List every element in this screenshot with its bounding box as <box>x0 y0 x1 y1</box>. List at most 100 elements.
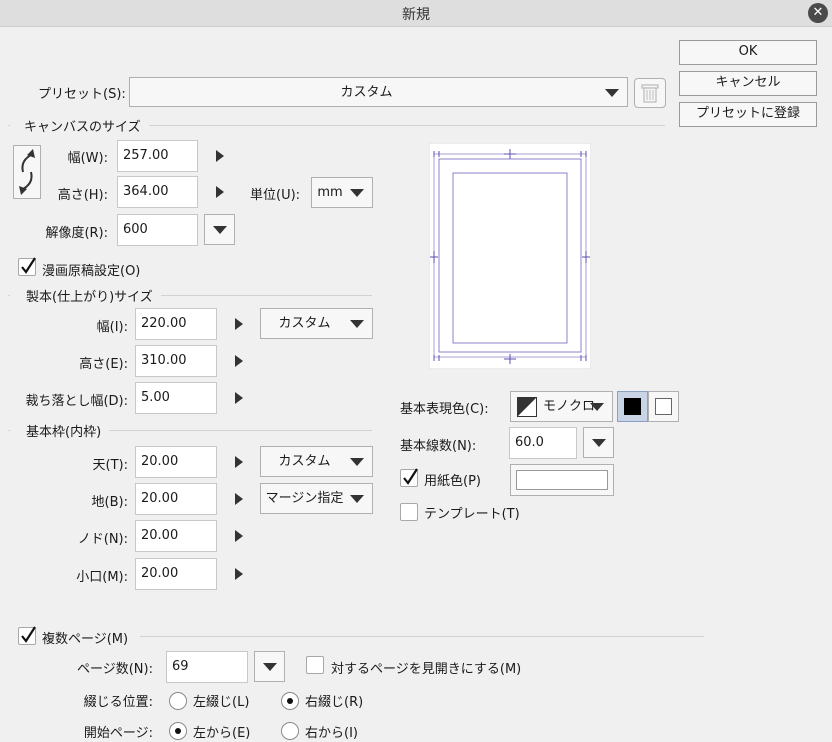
swap-orientation-button[interactable] <box>13 145 41 199</box>
chevron-down-icon <box>213 226 227 234</box>
chevron-down-icon <box>350 189 364 197</box>
start-page-label: 開始ページ: <box>83 726 153 741</box>
white-color-swatch-button[interactable] <box>648 391 679 422</box>
multi-page-checkbox[interactable] <box>18 626 36 645</box>
delete-preset-button[interactable] <box>634 78 666 108</box>
top-margin-preset-value: カスタム <box>278 454 331 469</box>
bottom-margin-label: 地(B): <box>91 495 128 510</box>
bottom-margin-input[interactable]: 20.00 <box>135 483 217 515</box>
chevron-down-icon <box>592 439 606 447</box>
unit-select[interactable]: mm <box>311 177 373 208</box>
play-arrow-icon[interactable] <box>235 318 243 330</box>
spread-label: 対するページを見開きにする(M) <box>331 662 522 677</box>
binding-right-label: 右綴じ(R) <box>305 695 364 710</box>
canvas-height-input[interactable]: 364.00 <box>117 176 198 208</box>
spread-checkbox[interactable] <box>306 656 324 674</box>
canvas-width-input[interactable]: 257.00 <box>117 140 198 172</box>
canvas-width-label: 幅(W): <box>67 151 108 166</box>
bleed-input[interactable]: 5.00 <box>135 382 217 414</box>
screen-lines-dropdown-button[interactable] <box>583 427 614 458</box>
manga-settings-label: 漫画原稿設定(O) <box>42 264 141 279</box>
manga-settings-checkbox[interactable] <box>18 257 36 276</box>
page-count-input[interactable]: 69 <box>166 651 248 683</box>
canvas-height-label: 高さ(H): <box>57 188 108 203</box>
finish-height-label: 高さ(E): <box>79 357 128 372</box>
unit-label: 単位(U): <box>250 188 301 203</box>
page-preview-graphic <box>428 142 592 370</box>
preset-select[interactable]: カスタム <box>129 77 628 107</box>
start-right-label: 右から(I) <box>305 726 358 741</box>
ok-button[interactable]: OK <box>679 40 817 65</box>
chevron-down-icon <box>350 495 364 503</box>
finish-width-label: 幅(I): <box>96 320 128 335</box>
play-arrow-icon[interactable] <box>235 392 243 404</box>
play-arrow-icon[interactable] <box>235 568 243 580</box>
top-margin-input[interactable]: 20.00 <box>135 446 217 478</box>
finish-size-preset-select[interactable]: カスタム <box>260 308 373 339</box>
bottom-margin-preset-value: マージン指定 <box>265 491 344 506</box>
preset-label: プリセット(S): <box>38 87 126 102</box>
expression-color-label: 基本表現色(C): <box>400 402 489 417</box>
binding-label: 綴じる位置: <box>83 695 153 710</box>
fore-edge-input[interactable]: 20.00 <box>135 558 217 590</box>
unit-value: mm <box>317 185 343 200</box>
fore-edge-label: 小口(M): <box>76 570 128 585</box>
binding-left-radio[interactable] <box>169 692 187 710</box>
close-icon[interactable]: ✕ <box>808 3 828 23</box>
play-arrow-icon[interactable] <box>235 456 243 468</box>
resolution-input[interactable]: 600 <box>117 214 198 246</box>
top-margin-label: 天(T): <box>92 458 128 473</box>
gutter-input[interactable]: 20.00 <box>135 520 217 552</box>
preset-value: カスタム <box>340 85 393 100</box>
chevron-down-icon <box>263 663 277 671</box>
window-title: 新規 <box>402 7 430 23</box>
rotate-arrows-icon <box>19 149 35 195</box>
page-count-dropdown-button[interactable] <box>254 651 285 682</box>
chevron-down-icon <box>350 458 364 466</box>
expression-color-select[interactable]: モノクロ <box>510 391 613 422</box>
screen-lines-label: 基本線数(N): <box>400 439 477 454</box>
template-label: テンプレート(T) <box>424 507 520 522</box>
section-canvas-size: キャンバスのサイズ <box>10 116 149 135</box>
play-arrow-icon[interactable] <box>216 150 224 162</box>
gutter-label: ノド(N): <box>77 532 128 547</box>
multi-page-label: 複数ページ(M) <box>42 632 129 647</box>
paper-color-swatch-button[interactable] <box>510 464 614 496</box>
chevron-down-icon <box>590 403 604 411</box>
play-arrow-icon[interactable] <box>235 493 243 505</box>
radio-selected-dot <box>287 698 293 704</box>
divider <box>140 636 704 637</box>
chevron-down-icon <box>350 320 364 328</box>
section-inner-frame: 基本枠(内枠) <box>10 421 110 440</box>
page-count-label: ページ数(N): <box>77 662 153 677</box>
black-color-swatch-button[interactable] <box>617 391 648 422</box>
checkmark-icon <box>21 626 36 643</box>
binding-right-radio[interactable] <box>281 692 299 710</box>
finish-height-input[interactable]: 310.00 <box>135 345 217 377</box>
paper-color-label: 用紙色(P) <box>424 474 481 489</box>
play-arrow-icon[interactable] <box>235 355 243 367</box>
resolution-label: 解像度(R): <box>45 226 108 241</box>
start-right-radio[interactable] <box>281 722 299 740</box>
checkmark-icon <box>403 468 418 485</box>
radio-selected-dot <box>175 728 181 734</box>
paper-color-checkbox[interactable] <box>400 468 418 487</box>
chevron-down-icon <box>605 89 619 97</box>
template-checkbox[interactable] <box>400 503 418 521</box>
finish-size-preset-value: カスタム <box>278 316 331 331</box>
start-left-radio[interactable] <box>169 722 187 740</box>
bleed-label: 裁ち落とし幅(D): <box>25 394 128 409</box>
section-finish-size: 製本(仕上がり)サイズ <box>10 286 161 305</box>
bottom-margin-preset-select[interactable]: マージン指定 <box>260 483 373 514</box>
expression-color-value: モノクロ <box>543 399 596 414</box>
trash-icon <box>641 84 659 103</box>
register-preset-button[interactable]: プリセットに登録 <box>679 102 817 127</box>
top-margin-preset-select[interactable]: カスタム <box>260 446 373 477</box>
resolution-dropdown-button[interactable] <box>204 214 235 245</box>
play-arrow-icon[interactable] <box>216 186 224 198</box>
finish-width-input[interactable]: 220.00 <box>135 308 217 340</box>
page-preview <box>428 142 592 370</box>
screen-lines-input[interactable]: 60.0 <box>509 427 577 459</box>
play-arrow-icon[interactable] <box>235 530 243 542</box>
cancel-button[interactable]: キャンセル <box>679 71 817 96</box>
